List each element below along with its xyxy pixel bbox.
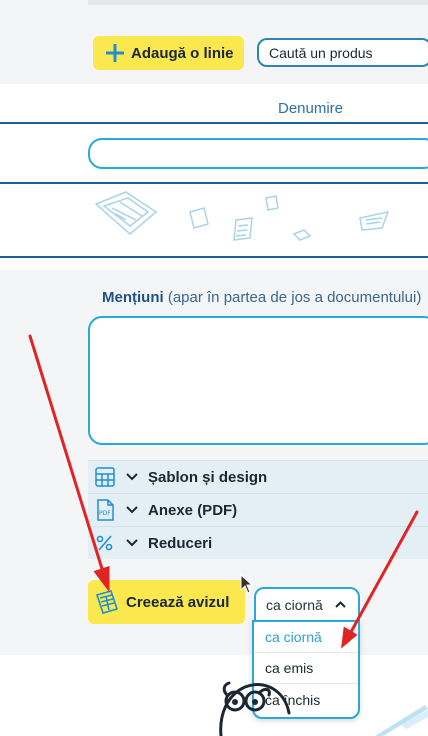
table-row-divider [0,182,428,184]
accordion-template-design[interactable]: Șablon și design [88,460,428,493]
chevron-up-icon [335,599,346,611]
add-line-button[interactable]: Adaugă o linie [93,36,244,70]
status-selected-value: ca ciornă [266,597,323,613]
notes-label-hint: (apar în partea de jos a documentului) [167,289,422,306]
document-status-select[interactable]: ca ciornă [254,587,360,623]
empty-documents-illustration [94,191,390,241]
add-line-label: Adaugă o linie [131,44,234,62]
document-create-icon [95,590,119,614]
table-bottom-divider [0,256,428,258]
column-header-denumire: Denumire [278,100,344,117]
accordion-attachments-pdf[interactable]: PDF Anexe (PDF) [88,493,428,526]
mascot-illustration [219,681,428,736]
accordion-label: Șablon și design [148,468,268,486]
table-header-divider [0,122,428,124]
top-divider-strip [88,0,428,5]
create-document-label: Creează avizul [126,593,230,611]
pdf-icon: PDF [92,497,118,523]
status-option-draft[interactable]: ca ciornă [254,622,358,653]
product-name-field[interactable] [88,138,428,169]
plus-icon [106,44,124,62]
create-document-button[interactable]: Creează avizul [88,580,245,624]
template-icon [92,464,118,490]
svg-text:PDF: PDF [99,510,111,517]
accordion-label: Anexe (PDF) [148,501,238,519]
notes-textarea[interactable] [88,316,428,445]
notes-label: Mențiuni (apar în partea de jos a docume… [102,289,421,306]
accordion-label: Reduceri [148,534,213,552]
chevron-down-icon [126,506,140,514]
chevron-down-icon [126,539,140,547]
product-search-input[interactable] [257,38,428,67]
percent-icon [92,530,118,556]
accordion-discounts[interactable]: Reduceri [88,526,428,559]
mouse-cursor-icon [240,574,254,594]
chevron-down-icon [126,473,140,481]
notes-label-title: Mențiuni [102,289,164,306]
